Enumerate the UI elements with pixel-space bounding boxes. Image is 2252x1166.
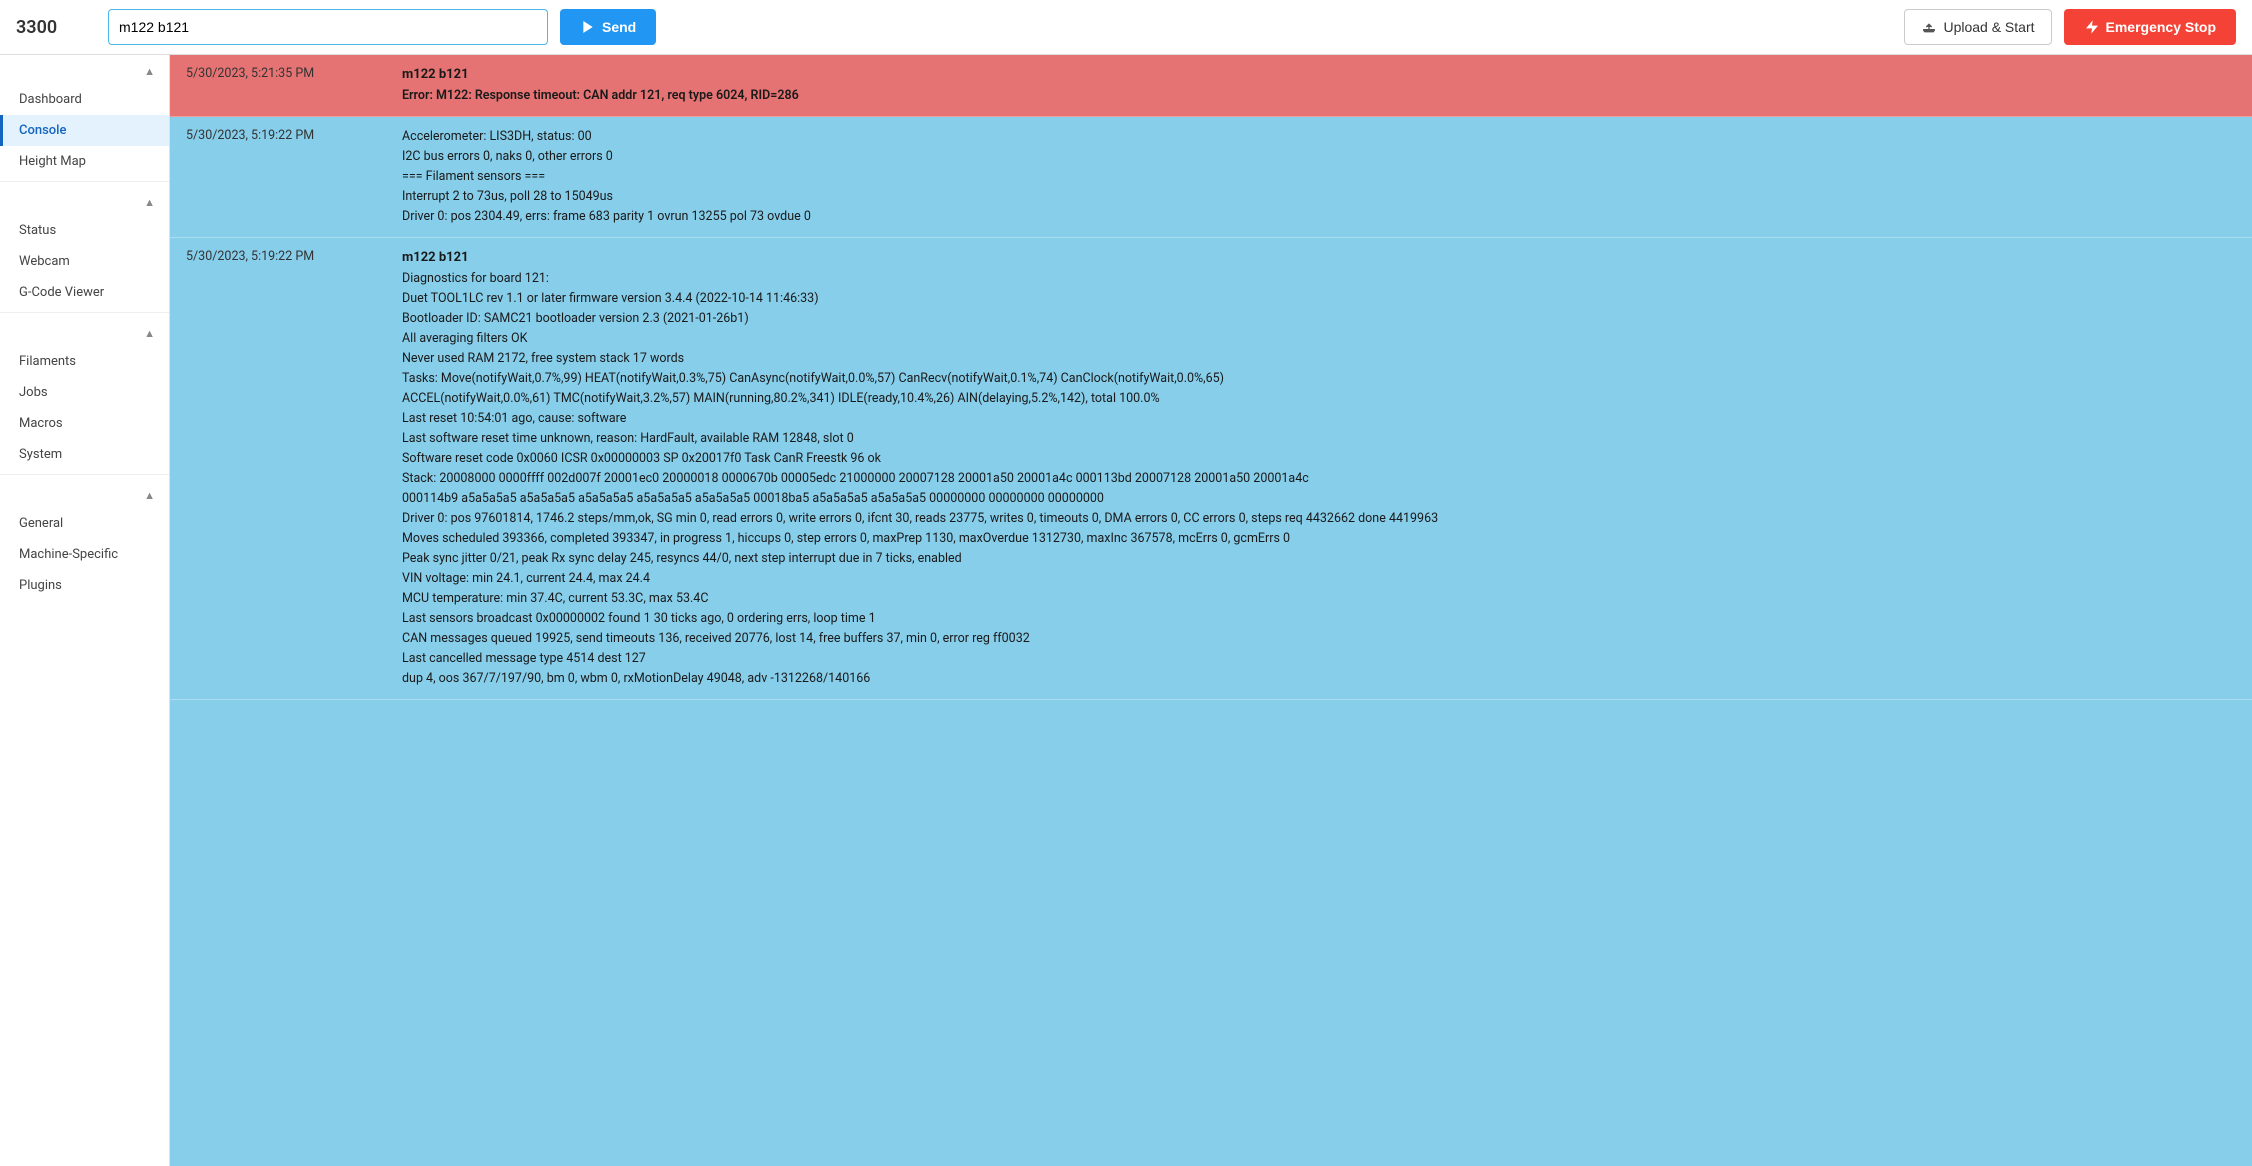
divider-2 bbox=[0, 312, 169, 313]
sidebar-item-system[interactable]: System bbox=[0, 439, 169, 470]
sidebar-item-dashboard[interactable]: Dashboard bbox=[0, 84, 169, 115]
console-line: ACCEL(notifyWait,0.0%,61) TMC(notifyWait… bbox=[402, 389, 2240, 409]
console-timestamp: 5/30/2023, 5:21:35 PM bbox=[170, 55, 390, 116]
sidebar-section-4-header[interactable]: ▲ bbox=[0, 479, 169, 508]
console-line: Tasks: Move(notifyWait,0.7%,99) HEAT(not… bbox=[402, 369, 2240, 389]
send-icon bbox=[580, 19, 596, 35]
sidebar: ▲ Dashboard Console Height Map ▲ Status … bbox=[0, 55, 170, 1166]
console-area: 5/30/2023, 5:21:35 PMm122 b121Error: M12… bbox=[170, 55, 2252, 1166]
console-row: 5/30/2023, 5:19:22 PMm122 b121Diagnostic… bbox=[170, 238, 2252, 700]
chevron-up-icon: ▲ bbox=[144, 65, 155, 78]
divider-1 bbox=[0, 181, 169, 182]
console-row: 5/30/2023, 5:21:35 PMm122 b121Error: M12… bbox=[170, 55, 2252, 117]
console-line: MCU temperature: min 37.4C, current 53.3… bbox=[402, 589, 2240, 609]
console-line: Last sensors broadcast 0x00000002 found … bbox=[402, 609, 2240, 629]
console-line: Interrupt 2 to 73us, poll 28 to 15049us bbox=[402, 187, 2240, 207]
console-line: VIN voltage: min 24.1, current 24.4, max… bbox=[402, 569, 2240, 589]
console-line: CAN messages queued 19925, send timeouts… bbox=[402, 629, 2240, 649]
console-line: Last software reset time unknown, reason… bbox=[402, 429, 2240, 449]
chevron-up-icon-3: ▲ bbox=[144, 327, 155, 340]
upload-icon bbox=[1921, 19, 1937, 35]
chevron-up-icon-2: ▲ bbox=[144, 196, 155, 209]
app-title: 3300 bbox=[16, 17, 96, 38]
sidebar-item-webcam[interactable]: Webcam bbox=[0, 246, 169, 277]
console-content: m122 b121Diagnostics for board 121:Duet … bbox=[390, 238, 2252, 699]
bolt-icon bbox=[2084, 19, 2100, 35]
sidebar-section-1-header[interactable]: ▲ bbox=[0, 55, 169, 84]
sidebar-item-jobs[interactable]: Jobs bbox=[0, 377, 169, 408]
sidebar-item-plugins[interactable]: Plugins bbox=[0, 570, 169, 601]
console-line: Diagnostics for board 121: bbox=[402, 269, 2240, 289]
send-button[interactable]: Send bbox=[560, 9, 656, 45]
console-line: Last cancelled message type 4514 dest 12… bbox=[402, 649, 2240, 669]
console-timestamp: 5/30/2023, 5:19:22 PM bbox=[170, 117, 390, 237]
sidebar-item-heightmap[interactable]: Height Map bbox=[0, 146, 169, 177]
console-line: 000114b9 a5a5a5a5 a5a5a5a5 a5a5a5a5 a5a5… bbox=[402, 489, 2240, 509]
divider-3 bbox=[0, 474, 169, 475]
console-timestamp: 5/30/2023, 5:19:22 PM bbox=[170, 238, 390, 699]
sidebar-section-2-header[interactable]: ▲ bbox=[0, 186, 169, 215]
console-line: === Filament sensors === bbox=[402, 167, 2240, 187]
console-command: m122 b121 bbox=[402, 65, 2240, 86]
console-line: Stack: 20008000 0000ffff 002d007f 20001e… bbox=[402, 469, 2240, 489]
main-layout: ▲ Dashboard Console Height Map ▲ Status … bbox=[0, 55, 2252, 1166]
sidebar-item-status[interactable]: Status bbox=[0, 215, 169, 246]
console-line: Moves scheduled 393366, completed 393347… bbox=[402, 529, 2240, 549]
header: 3300 Send Upload & Start Emergency Stop bbox=[0, 0, 2252, 55]
console-command: m122 b121 bbox=[402, 248, 2240, 269]
sidebar-item-macros[interactable]: Macros bbox=[0, 408, 169, 439]
sidebar-item-console[interactable]: Console bbox=[0, 115, 169, 146]
sidebar-item-general[interactable]: General bbox=[0, 508, 169, 539]
console-line: Peak sync jitter 0/21, peak Rx sync dela… bbox=[402, 549, 2240, 569]
console-line: Never used RAM 2172, free system stack 1… bbox=[402, 349, 2240, 369]
console-line: Duet TOOL1LC rev 1.1 or later firmware v… bbox=[402, 289, 2240, 309]
console-line: dup 4, oos 367/7/197/90, bm 0, wbm 0, rx… bbox=[402, 669, 2240, 689]
console-line: Bootloader ID: SAMC21 bootloader version… bbox=[402, 309, 2240, 329]
console-content: m122 b121Error: M122: Response timeout: … bbox=[390, 55, 2252, 116]
console-line: Error: M122: Response timeout: CAN addr … bbox=[402, 86, 2240, 106]
console-row: 5/30/2023, 5:19:22 PMAccelerometer: LIS3… bbox=[170, 117, 2252, 238]
console-line: Last reset 10:54:01 ago, cause: software bbox=[402, 409, 2240, 429]
console-line: Driver 0: pos 97601814, 1746.2 steps/mm,… bbox=[402, 509, 2240, 529]
sidebar-item-filaments[interactable]: Filaments bbox=[0, 346, 169, 377]
sidebar-item-machine[interactable]: Machine-Specific bbox=[0, 539, 169, 570]
console-line: Accelerometer: LIS3DH, status: 00 bbox=[402, 127, 2240, 147]
console-content: Accelerometer: LIS3DH, status: 00I2C bus… bbox=[390, 117, 2252, 237]
sidebar-section-3-header[interactable]: ▲ bbox=[0, 317, 169, 346]
emergency-stop-button[interactable]: Emergency Stop bbox=[2064, 9, 2236, 45]
console-line: All averaging filters OK bbox=[402, 329, 2240, 349]
command-input[interactable] bbox=[108, 9, 548, 45]
upload-button[interactable]: Upload & Start bbox=[1904, 9, 2051, 45]
console-line: I2C bus errors 0, naks 0, other errors 0 bbox=[402, 147, 2240, 167]
sidebar-item-gcode[interactable]: G-Code Viewer bbox=[0, 277, 169, 308]
chevron-up-icon-4: ▲ bbox=[144, 489, 155, 502]
console-line: Software reset code 0x0060 ICSR 0x000000… bbox=[402, 449, 2240, 469]
console-line: Driver 0: pos 2304.49, errs: frame 683 p… bbox=[402, 207, 2240, 227]
